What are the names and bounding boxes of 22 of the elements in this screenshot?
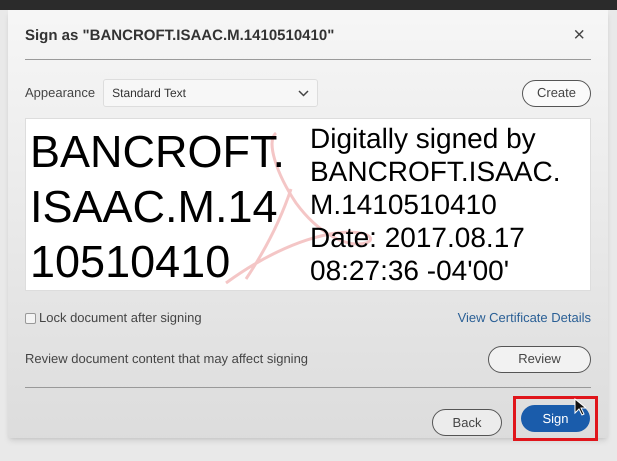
sign-button[interactable]: Sign xyxy=(521,405,590,432)
back-button[interactable]: Back xyxy=(432,409,502,436)
appearance-label: Appearance xyxy=(25,84,96,102)
chevron-down-icon xyxy=(298,90,310,96)
appearance-dropdown[interactable]: Standard Text xyxy=(103,79,318,107)
certificate-link[interactable]: View Certificate Details xyxy=(458,308,591,328)
signature-detail-line: M.1410510410 xyxy=(310,188,497,221)
signature-name-line: ISAAC.M.14 xyxy=(30,180,278,234)
lock-checkbox[interactable] xyxy=(25,312,36,324)
review-button[interactable]: Review xyxy=(488,346,591,372)
close-button[interactable]: × xyxy=(573,24,585,44)
cursor-icon xyxy=(574,398,586,416)
signature-detail-line: BANCROFT.ISAAC. xyxy=(310,155,560,188)
signature-detail-line: 08:27:36 -04'00' xyxy=(310,254,510,287)
review-text: Review document content that may affect signing xyxy=(25,350,308,368)
signature-detail-line: Digitally signed by xyxy=(310,122,536,155)
create-button[interactable]: Create xyxy=(522,80,591,106)
signature-name-line: 10510410 xyxy=(30,235,230,289)
signature-detail-line: Date: 2017.08.17 xyxy=(310,221,525,254)
dialog-title: Sign as "BANCROFT.ISAAC.M.1410510410" xyxy=(25,26,334,46)
signature-name-line: BANCROFT. xyxy=(30,125,286,179)
lock-label: Lock document after signing xyxy=(39,309,202,328)
